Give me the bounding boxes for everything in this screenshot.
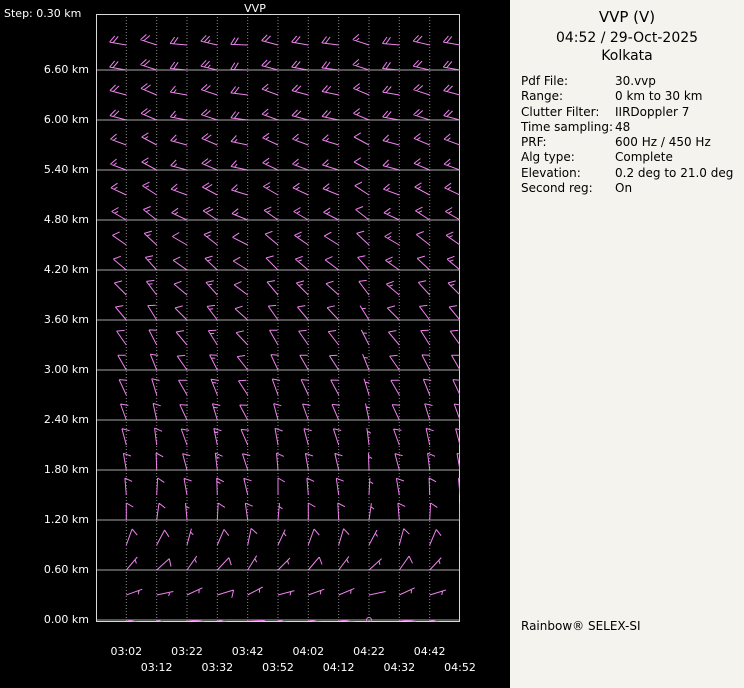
brand-label: Rainbow® SELEX-SI: [521, 619, 641, 633]
y-axis-label: 3.00 km: [0, 363, 89, 376]
wind-barbs: [110, 34, 460, 622]
y-axis-label: 0.60 km: [0, 563, 89, 576]
metadata-value: 0 km to 30 km: [615, 89, 703, 104]
product-metadata-list: Pdf File:30.vvpRange:0 km to 30 kmClutte…: [521, 74, 744, 196]
metadata-value: Complete: [615, 150, 673, 165]
y-axis-label: 6.60 km: [0, 63, 89, 76]
metadata-label: Alg type:: [521, 150, 615, 165]
time-gridlines: [126, 14, 460, 622]
x-axis-label: 04:52: [444, 661, 476, 674]
metadata-value: On: [615, 181, 632, 196]
wind-barb-chart: [96, 14, 460, 622]
site-name: Kolkata: [510, 48, 744, 64]
y-axis-label: 4.20 km: [0, 263, 89, 276]
metadata-label: Pdf File:: [521, 74, 615, 89]
product-title: VVP (V): [510, 8, 744, 26]
x-axis-label: 04:12: [323, 661, 355, 674]
metadata-value: 48: [615, 120, 630, 135]
y-axis-label: 0.00 km: [0, 613, 89, 626]
x-axis-label: 03:52: [262, 661, 294, 674]
x-axis-label: 04:02: [292, 645, 324, 658]
info-panel: VVP (V) 04:52 / 29-Oct-2025 Kolkata Pdf …: [510, 0, 744, 688]
y-axis-label: 3.60 km: [0, 313, 89, 326]
metadata-value: 0.2 deg to 21.0 deg: [615, 166, 733, 181]
metadata-label: Elevation:: [521, 166, 615, 181]
x-axis-label: 04:32: [383, 661, 415, 674]
metadata-row: Alg type:Complete: [521, 150, 744, 165]
y-axis-label: 2.40 km: [0, 413, 89, 426]
product-datetime: 04:52 / 29-Oct-2025: [510, 30, 744, 46]
x-axis-label: 03:42: [232, 645, 264, 658]
y-axis-label: 5.40 km: [0, 163, 89, 176]
metadata-row: Pdf File:30.vvp: [521, 74, 744, 89]
y-axis-label: 1.20 km: [0, 513, 89, 526]
metadata-label: Time sampling:: [521, 120, 615, 135]
metadata-label: Range:: [521, 89, 615, 104]
metadata-row: Elevation:0.2 deg to 21.0 deg: [521, 166, 744, 181]
x-axis-label: 03:12: [141, 661, 173, 674]
vvp-plot-panel: VVP Step: 0.30 km 6.60 km6.00 km5.40 km4…: [0, 0, 510, 688]
y-axis-label: 1.80 km: [0, 463, 89, 476]
metadata-label: Clutter Filter:: [521, 105, 615, 120]
x-axis-label: 03:02: [110, 645, 142, 658]
metadata-row: PRF:600 Hz / 450 Hz: [521, 135, 744, 150]
x-axis-label: 03:32: [201, 661, 233, 674]
metadata-label: Second reg:: [521, 181, 615, 196]
metadata-row: Second reg:On: [521, 181, 744, 196]
x-axis-label: 03:22: [171, 645, 203, 658]
metadata-row: Time sampling:48: [521, 120, 744, 135]
radar-product-window: VVP Step: 0.30 km 6.60 km6.00 km5.40 km4…: [0, 0, 744, 688]
y-axis-label: 4.80 km: [0, 213, 89, 226]
y-axis-label: 6.00 km: [0, 113, 89, 126]
step-label: Step: 0.30 km: [4, 7, 81, 20]
metadata-value: 600 Hz / 450 Hz: [615, 135, 711, 150]
metadata-value: IIRDoppler 7: [615, 105, 689, 120]
metadata-row: Range:0 km to 30 km: [521, 89, 744, 104]
x-axis-label: 04:22: [353, 645, 385, 658]
metadata-label: PRF:: [521, 135, 615, 150]
metadata-value: 30.vvp: [615, 74, 656, 89]
metadata-row: Clutter Filter:IIRDoppler 7: [521, 105, 744, 120]
x-axis-label: 04:42: [414, 645, 446, 658]
